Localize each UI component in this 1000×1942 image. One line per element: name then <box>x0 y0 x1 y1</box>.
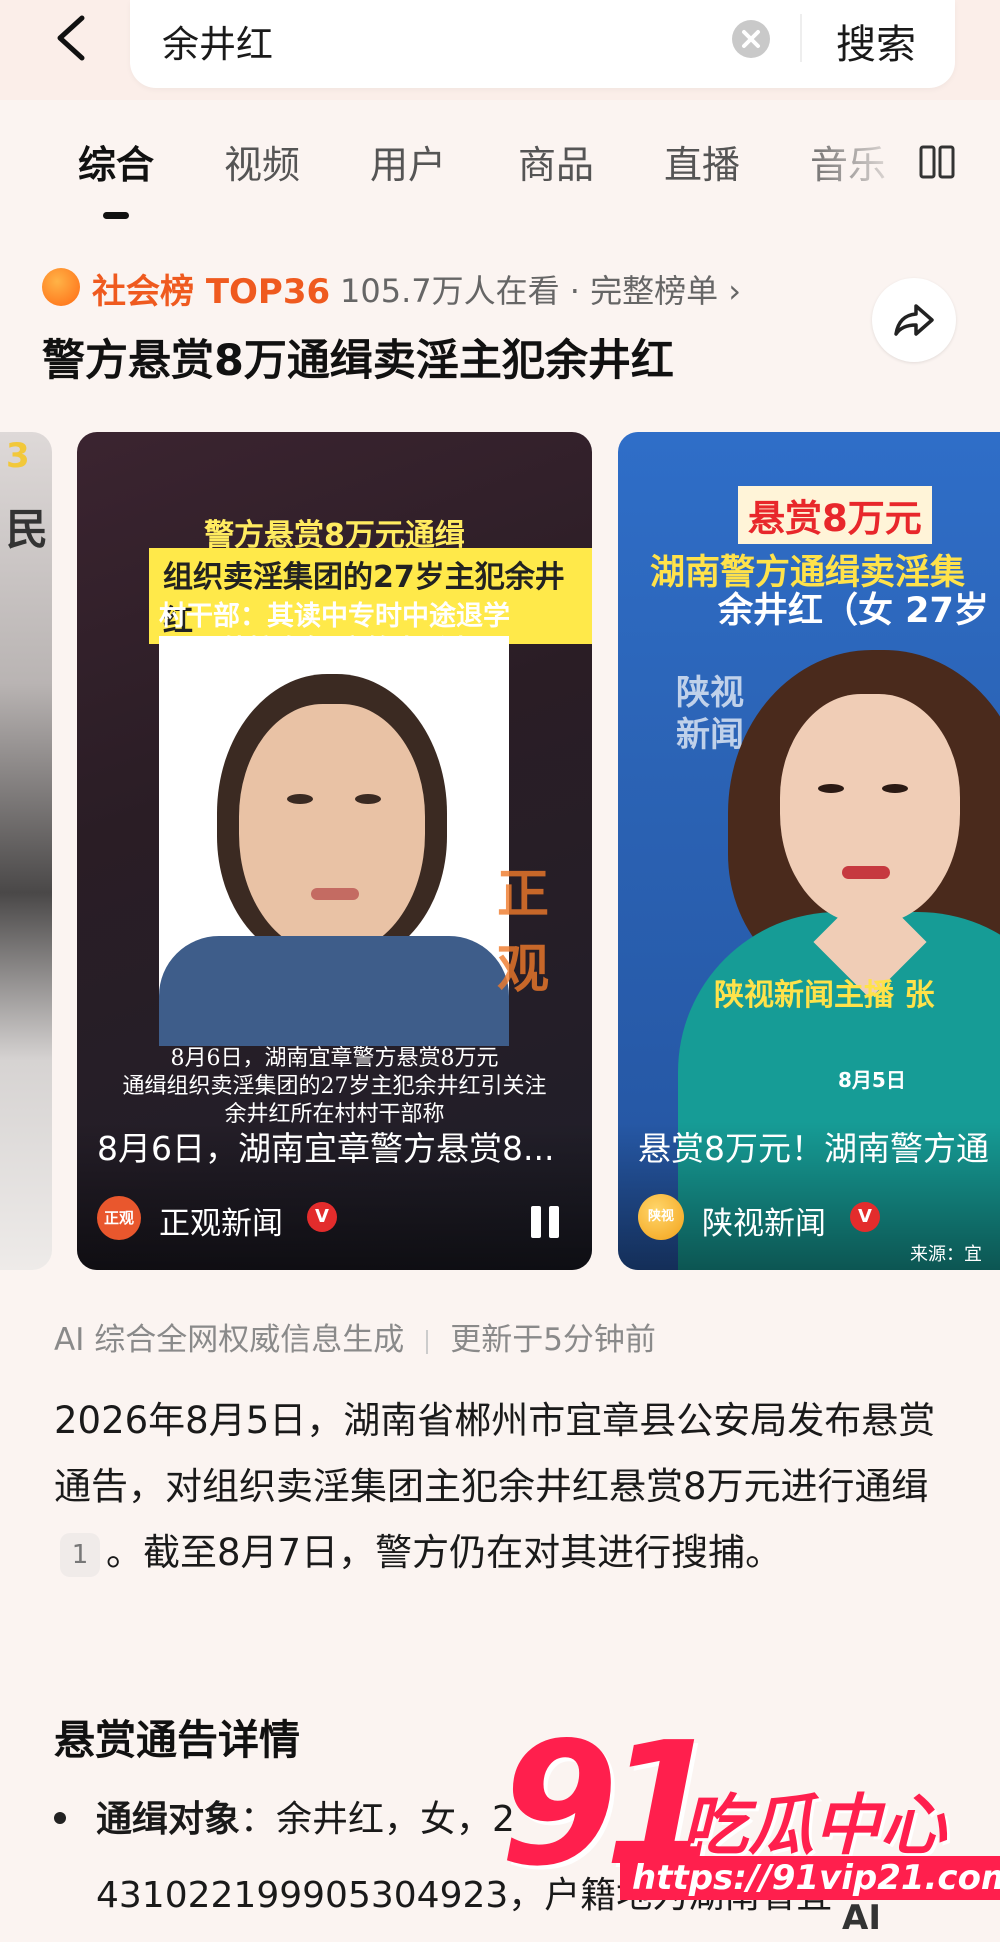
tab-video[interactable]: 视频 <box>224 134 300 189</box>
portrait-lips <box>311 888 359 900</box>
channel-watermark: 陕视 新闻 <box>676 673 744 755</box>
source-avatar[interactable]: 正观 <box>97 1196 141 1240</box>
tab-fade <box>790 120 910 210</box>
update-time: 更新于5分钟前 <box>450 1322 656 1358</box>
detail-label: 通缉对象 <box>96 1799 241 1840</box>
watermark-name: 吃瓜中心 <box>682 1787 946 1864</box>
video-carousel[interactable]: 3 民 警方悬赏8万元通缉 组织卖淫集团的27岁主犯余井红 村干部：其读中专时中… <box>0 432 1000 1270</box>
detail-line: 通缉对象：余井红，女，2 <box>96 1790 515 1842</box>
search-input[interactable]: 余井红 <box>162 14 273 68</box>
portrait-shirt <box>159 936 509 1046</box>
anchor-eye <box>882 784 908 793</box>
citation-badge[interactable]: 1 <box>60 1532 100 1577</box>
anchor-eye <box>818 784 844 793</box>
site-watermark: 91 吃瓜中心 https://91vip21.com AI <box>500 1720 1000 1942</box>
overlay-title: 悬赏8万元 <box>738 486 932 544</box>
ai-summary: 2026年8月5日，湖南省郴州市宜章县公安局发布悬赏通告，对组织卖淫集团主犯余井… <box>54 1388 954 1586</box>
back-arrow-icon <box>57 15 85 61</box>
watermark-url: https://91vip21.com <box>620 1856 1000 1900</box>
bullet-icon <box>54 1812 66 1824</box>
overlay-text: 余井红（女 27岁 <box>718 591 989 631</box>
date-label: 8月5日 <box>838 1068 906 1092</box>
share-icon <box>894 304 934 336</box>
video-caption[interactable]: 8月6日，湖南宜章警方悬赏8... <box>97 1122 554 1170</box>
portrait-eye <box>355 794 381 804</box>
source-credit: 来源：宜 <box>910 1244 982 1265</box>
source-name[interactable]: 陕视新闻 <box>702 1198 826 1243</box>
share-button[interactable] <box>872 278 956 362</box>
hot-rank-meta[interactable]: 105.7万人在看 · 完整榜单 › <box>340 266 741 312</box>
card-fragment-text: 3 <box>6 436 30 476</box>
verified-badge-icon: V <box>850 1202 880 1232</box>
hot-icon <box>42 268 80 306</box>
summary-text: 2026年8月5日，湖南省郴州市宜章县公安局发布悬赏通告，对组织卖淫集团主犯余井… <box>54 1399 936 1508</box>
ai-label: AI 综合全网权威信息生成 <box>54 1322 405 1358</box>
pause-icon[interactable] <box>525 1202 565 1242</box>
headline[interactable]: 警方悬赏8万通缉卖淫主犯余井红 <box>42 326 674 388</box>
background-logo: 正观 <box>497 865 550 1000</box>
verified-badge-icon: V <box>307 1202 337 1232</box>
tab-more-icon[interactable] <box>918 144 956 186</box>
tab-goods[interactable]: 商品 <box>518 134 594 189</box>
source-avatar[interactable]: 陕视 <box>638 1194 684 1240</box>
search-divider <box>800 14 802 62</box>
anchor-face <box>780 694 960 924</box>
detail-text: ：余井红，女，2 <box>240 1799 515 1840</box>
back-button[interactable] <box>48 8 98 68</box>
anchor-lips <box>842 866 890 879</box>
video-card[interactable]: 陕视 新闻 悬赏8万元 湖南警方通缉卖淫集 余井红（女 27岁 陕视新闻主播 张… <box>618 432 1000 1270</box>
tab-indicator <box>103 212 129 219</box>
search-box[interactable]: 余井红 搜索 <box>130 0 955 88</box>
divider <box>426 1329 429 1354</box>
section-title: 悬赏通告详情 <box>54 1716 300 1764</box>
video-card-prev[interactable]: 3 民 <box>0 432 52 1270</box>
card-fragment-text: 民 <box>6 505 49 554</box>
tab-user[interactable]: 用户 <box>370 134 446 189</box>
ai-info-row: AI 综合全网权威信息生成 更新于5分钟前 <box>54 1314 656 1359</box>
search-button[interactable]: 搜索 <box>836 12 916 70</box>
tab-all[interactable]: 综合 <box>78 134 154 189</box>
tab-live[interactable]: 直播 <box>664 134 740 189</box>
portrait-photo <box>159 636 509 1046</box>
portrait-face <box>239 704 425 954</box>
top-bar: 余井红 搜索 <box>0 0 1000 100</box>
portrait-eye <box>287 794 313 804</box>
summary-text: 。截至8月7日，警方仍在对其进行搜捕。 <box>106 1531 783 1574</box>
video-card[interactable]: 警方悬赏8万元通缉 组织卖淫集团的27岁主犯余井红 村干部：其读中专时中途退学 … <box>77 432 592 1270</box>
clear-icon[interactable] <box>732 20 770 58</box>
tab-bar: 综合 视频 用户 商品 直播 音乐 <box>0 120 1000 220</box>
ai-badge: AI <box>842 1898 881 1938</box>
source-name[interactable]: 正观新闻 <box>159 1198 283 1243</box>
hot-rank-label: 社会榜 TOP36 <box>92 272 331 312</box>
anchor-label: 陕视新闻主播 张 <box>714 978 935 1013</box>
video-caption[interactable]: 悬赏8万元！湖南警方通 <box>638 1122 989 1170</box>
